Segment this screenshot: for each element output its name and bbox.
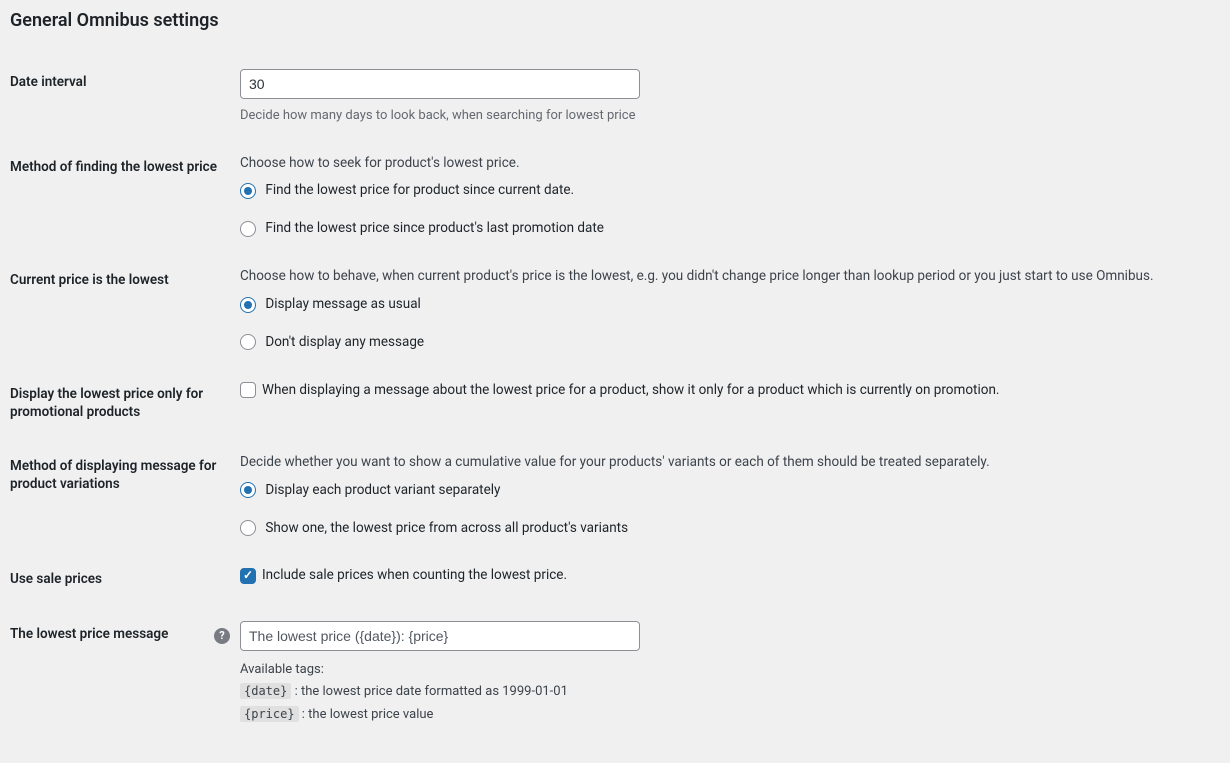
method-lowest-radio-promo[interactable] xyxy=(240,221,256,237)
date-interval-desc: Decide how many days to look back, when … xyxy=(240,107,1210,126)
variations-desc: Decide whether you want to show a cumula… xyxy=(240,453,1210,473)
method-lowest-label: Method of finding the lowest price xyxy=(10,140,230,253)
method-lowest-desc: Choose how to seek for product's lowest … xyxy=(240,154,1210,174)
sale-prices-option[interactable]: Include sale prices when counting the lo… xyxy=(240,566,567,586)
tag-date-desc: : the lowest price date formatted as 199… xyxy=(291,684,568,699)
variations-text-combined: Show one, the lowest price from across a… xyxy=(265,520,628,536)
tag-date-row: {date} : the lowest price date formatted… xyxy=(240,683,1210,702)
variations-label: Method of displaying message for product… xyxy=(10,439,230,552)
date-interval-input[interactable] xyxy=(240,69,640,99)
date-interval-label: Date interval xyxy=(10,55,230,140)
variations-option-separate[interactable]: Display each product variant separately xyxy=(240,481,1210,501)
method-lowest-option-promo[interactable]: Find the lowest price since product's la… xyxy=(240,219,1210,239)
variations-radio-separate[interactable] xyxy=(240,482,256,498)
tag-price: {price} xyxy=(240,706,299,722)
promo-only-text: When displaying a message about the lowe… xyxy=(262,381,999,401)
promo-only-option[interactable]: When displaying a message about the lowe… xyxy=(240,381,999,401)
current-lowest-radio-hide[interactable] xyxy=(240,334,256,350)
section-title: General Omnibus settings xyxy=(10,10,1220,31)
tag-price-row: {price} : the lowest price value xyxy=(240,706,1210,725)
variations-text-separate: Display each product variant separately xyxy=(265,482,500,498)
current-lowest-option-display[interactable]: Display message as usual xyxy=(240,295,1210,315)
promo-only-checkbox[interactable] xyxy=(240,382,256,398)
method-lowest-text-current: Find the lowest price for product since … xyxy=(265,182,574,198)
help-icon[interactable]: ? xyxy=(214,628,230,644)
variations-radio-combined[interactable] xyxy=(240,520,256,536)
method-lowest-option-current[interactable]: Find the lowest price for product since … xyxy=(240,181,1210,201)
tag-price-desc: : the lowest price value xyxy=(299,707,434,722)
method-lowest-radio-current[interactable] xyxy=(240,183,256,199)
sale-prices-checkbox[interactable] xyxy=(240,568,256,584)
sale-prices-text: Include sale prices when counting the lo… xyxy=(262,566,567,586)
current-lowest-text-hide: Don't display any message xyxy=(265,334,424,350)
current-lowest-label: Current price is the lowest xyxy=(10,253,230,366)
current-lowest-text-display: Display message as usual xyxy=(265,296,420,312)
current-lowest-desc: Choose how to behave, when current produ… xyxy=(240,267,1210,287)
tag-date: {date} xyxy=(240,683,291,699)
settings-form: Date interval Decide how many days to lo… xyxy=(10,55,1220,739)
promo-only-label: Display the lowest price only for promot… xyxy=(10,367,230,439)
method-lowest-text-promo: Find the lowest price since product's la… xyxy=(265,220,604,236)
message-input[interactable] xyxy=(240,621,640,651)
current-lowest-radio-display[interactable] xyxy=(240,297,256,313)
sale-prices-label: Use sale prices xyxy=(10,552,230,606)
current-lowest-option-hide[interactable]: Don't display any message xyxy=(240,333,1210,353)
message-label: The lowest price message xyxy=(10,607,230,740)
variations-option-combined[interactable]: Show one, the lowest price from across a… xyxy=(240,519,1210,539)
tags-title: Available tags: xyxy=(240,661,1210,680)
